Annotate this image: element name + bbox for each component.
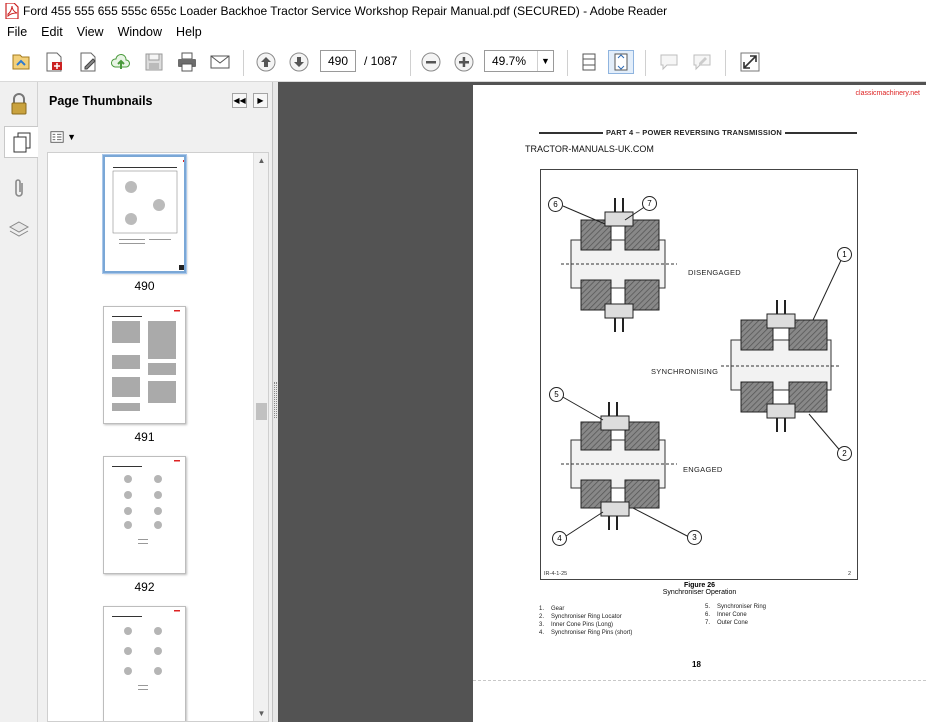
legend-item: 2. Synchroniser Ring Locator bbox=[539, 614, 622, 620]
footer-rule bbox=[473, 680, 926, 681]
menu-file[interactable]: File bbox=[0, 25, 34, 39]
legend-item: 7. Outer Cone bbox=[705, 620, 749, 626]
page-number-input[interactable] bbox=[320, 50, 356, 72]
callout-6: 6 bbox=[548, 197, 563, 212]
lock-icon[interactable] bbox=[4, 88, 34, 120]
cloud-upload-icon[interactable] bbox=[108, 50, 134, 74]
thumbnail-page[interactable] bbox=[103, 606, 186, 721]
site-text: TRACTOR-MANUALS-UK.COM bbox=[525, 144, 654, 154]
legend-item: 4. Synchroniser Ring Pins (short) bbox=[539, 630, 633, 636]
thumbnail-page-number: 490 bbox=[134, 279, 155, 293]
disengaged-assembly bbox=[561, 198, 677, 332]
comment-icon[interactable] bbox=[656, 50, 682, 74]
attachments-icon[interactable] bbox=[4, 172, 34, 204]
save-icon[interactable] bbox=[141, 50, 167, 74]
thumbnail-scrollbar[interactable]: ▲ ▼ bbox=[253, 153, 268, 721]
previous-page-icon[interactable] bbox=[253, 50, 279, 74]
zoom-in-icon[interactable] bbox=[451, 50, 477, 74]
callout-5: 5 bbox=[549, 387, 564, 402]
window-title: Ford 455 555 655 555c 655c Loader Backho… bbox=[23, 4, 668, 18]
print-icon[interactable] bbox=[174, 50, 200, 74]
open-icon[interactable] bbox=[8, 50, 34, 74]
thumbnail-page-number: 491 bbox=[134, 430, 155, 444]
callout-4: 4 bbox=[552, 531, 567, 546]
layers-icon[interactable] bbox=[4, 214, 34, 246]
navigation-rail bbox=[0, 82, 39, 722]
document-view[interactable]: classicmachinery.net PART 4 – POWER REVE… bbox=[278, 82, 926, 722]
callout-2: 2 bbox=[837, 446, 852, 461]
next-page-icon[interactable] bbox=[286, 50, 312, 74]
menu-view[interactable]: View bbox=[70, 25, 111, 39]
menu-help[interactable]: Help bbox=[169, 25, 209, 39]
thumbnail-list: 490 491 492 ▲ ▼ bbox=[47, 152, 269, 722]
edit-pdf-icon[interactable] bbox=[75, 50, 101, 74]
zoom-out-icon[interactable] bbox=[418, 50, 444, 74]
legend-item: 1. Gear bbox=[539, 606, 565, 612]
page-number: 18 bbox=[692, 660, 701, 669]
thumbnails-panel: Page Thumbnails ◀◀ ▶ ▼ 490 491 492 ▲ ▼ bbox=[38, 82, 273, 722]
callout-1: 1 bbox=[837, 247, 852, 262]
fit-width-icon[interactable] bbox=[576, 50, 602, 74]
toolbar bbox=[0, 42, 926, 82]
engaged-assembly bbox=[561, 402, 677, 530]
legend-item: 6. Inner Cone bbox=[705, 612, 747, 618]
fit-page-icon[interactable] bbox=[608, 50, 634, 74]
pdf-page: classicmachinery.net PART 4 – POWER REVE… bbox=[473, 85, 926, 722]
synchronising-assembly bbox=[721, 300, 841, 432]
figure-title: Synchroniser Operation bbox=[662, 589, 737, 596]
label-engaged: ENGAGED bbox=[683, 465, 723, 474]
page-thumbnails-icon[interactable] bbox=[4, 126, 39, 158]
fullscreen-icon[interactable] bbox=[737, 50, 763, 74]
scrollbar-thumb[interactable] bbox=[256, 403, 267, 420]
synchroniser-figure: DISENGAGED SYNCHRONISING ENGAGED 1 2 3 4… bbox=[540, 169, 858, 580]
thumbnail-page[interactable] bbox=[103, 456, 186, 574]
splitter-grip[interactable] bbox=[274, 382, 277, 418]
chevron-down-icon[interactable]: ▼ bbox=[537, 51, 553, 71]
callout-7: 7 bbox=[642, 196, 657, 211]
legend-item: 3. Inner Cone Pins (Long) bbox=[539, 622, 614, 628]
create-pdf-icon[interactable] bbox=[41, 50, 67, 74]
menu-edit[interactable]: Edit bbox=[34, 25, 70, 39]
legend-left: 1. Gear 2. Synchroniser Ring Locator 3. Inn… bbox=[539, 605, 632, 637]
watermark: classicmachinery.net bbox=[855, 90, 920, 97]
zoom-select[interactable]: 49.7% ▼ bbox=[484, 50, 554, 72]
scroll-up-icon[interactable]: ▲ bbox=[254, 153, 268, 168]
thumbnail-page-number: 492 bbox=[134, 580, 155, 594]
thumbnail-page[interactable] bbox=[102, 154, 187, 274]
zoom-value: 49.7% bbox=[492, 54, 527, 68]
label-synchronising: SYNCHRONISING bbox=[651, 367, 719, 376]
menu-window[interactable]: Window bbox=[111, 25, 169, 39]
figure-corner-number: 2 bbox=[848, 571, 852, 577]
thumbnail-options-button[interactable]: ▼ bbox=[50, 128, 76, 146]
scroll-down-icon[interactable]: ▼ bbox=[254, 706, 268, 721]
collapse-panel-icon[interactable]: ◀◀ bbox=[232, 93, 247, 108]
sign-icon[interactable] bbox=[689, 50, 715, 74]
expand-panel-icon[interactable]: ▶ bbox=[253, 93, 268, 108]
label-disengaged: DISENGAGED bbox=[688, 268, 742, 277]
chevron-down-icon: ▼ bbox=[67, 132, 76, 142]
page-total: / 1087 bbox=[364, 54, 398, 68]
legend-item: 5. Synchroniser Ring bbox=[705, 604, 767, 610]
legend-right: 5. Synchroniser Ring 6. Inner Cone 7. Outer… bbox=[705, 603, 766, 627]
title-bar: Ford 455 555 655 555c 655c Loader Backho… bbox=[0, 0, 926, 22]
panel-title: Page Thumbnails bbox=[49, 94, 153, 108]
part-title: PART 4 – POWER REVERSING TRANSMISSION bbox=[603, 128, 786, 137]
email-icon[interactable] bbox=[207, 50, 233, 74]
figure-number: Figure 26 bbox=[683, 582, 716, 589]
figure-id: IR-4-1-25 bbox=[544, 571, 568, 577]
callout-3: 3 bbox=[687, 530, 702, 545]
menu-bar: File Edit View Window Help bbox=[0, 22, 926, 42]
pdf-app-icon bbox=[5, 2, 19, 20]
thumbnail-page[interactable] bbox=[103, 306, 186, 424]
